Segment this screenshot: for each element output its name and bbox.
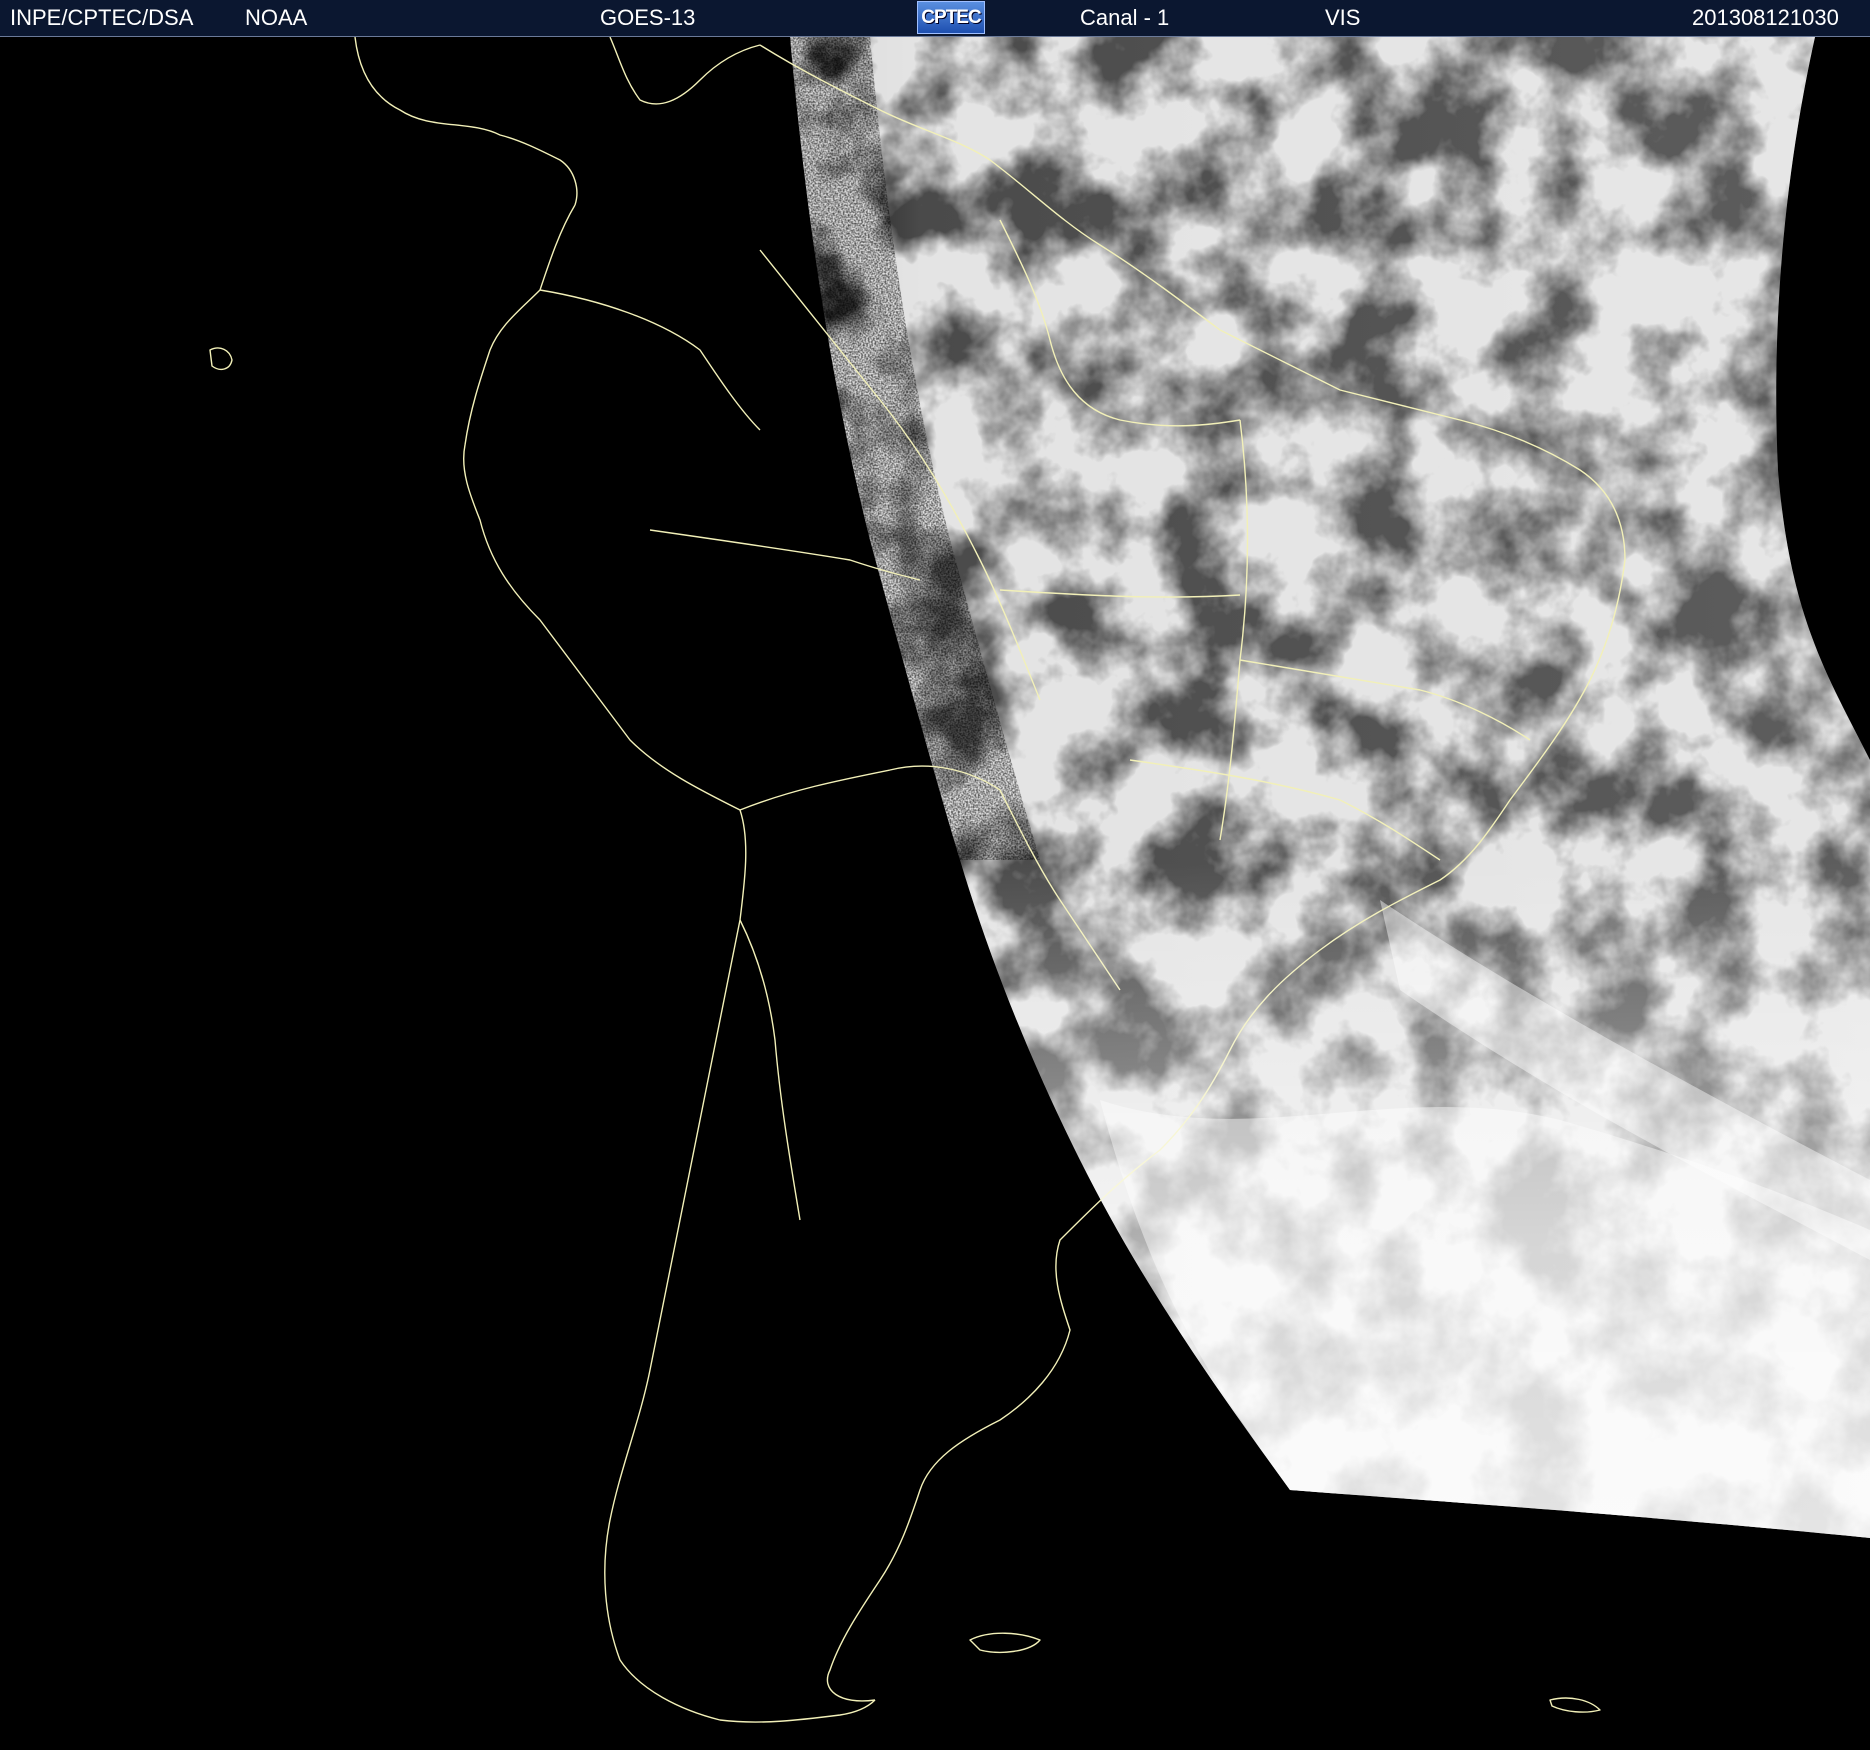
- agency-label: NOAA: [245, 5, 308, 30]
- channel-label: Canal - 1: [1080, 5, 1170, 30]
- header-bar: INPE/CPTEC/DSA NOAA GOES-13 CPTEC Canal …: [0, 0, 1870, 37]
- logo-text: CPTEC: [921, 6, 981, 28]
- satellite-map: [0, 37, 1870, 1750]
- timestamp-label: 201308121030: [1692, 5, 1839, 30]
- org-label: INPE/CPTEC/DSA: [10, 5, 194, 30]
- cptec-logo: CPTEC: [917, 1, 985, 34]
- band-label: VIS: [1325, 5, 1361, 30]
- satellite-label: GOES-13: [600, 5, 696, 30]
